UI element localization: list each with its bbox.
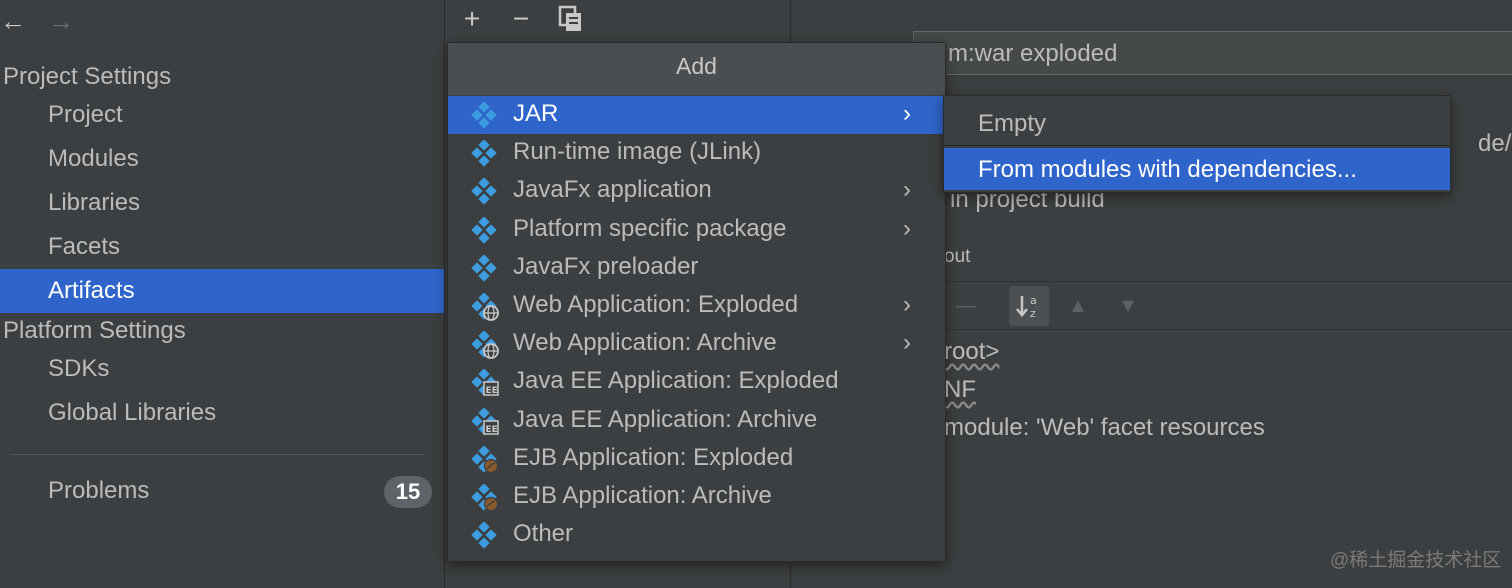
menu-item-label: Run-time image (JLink) — [513, 138, 762, 166]
forward-arrow-icon[interactable]: → — [48, 6, 74, 36]
menu-item-label: Java EE Application: Exploded — [513, 367, 839, 395]
jar-submenu: Empty From modules with dependencies... — [943, 95, 1451, 193]
svg-text:EE: EE — [486, 425, 498, 435]
menu-item-web-application-exploded[interactable]: Web Application: Exploded › — [448, 287, 945, 325]
menu-item-java-ee-application-exploded[interactable]: EE Java EE Application: Exploded — [448, 363, 945, 401]
tree-item-facet-resources[interactable]: module: 'Web' facet resources — [944, 414, 1265, 442]
diamond-icon — [470, 177, 500, 206]
settings-sidebar: ← → Project Settings Project Modules Lib… — [0, 0, 444, 588]
menu-item-label: Platform specific package — [513, 214, 787, 242]
menu-item-label: JAR — [513, 100, 559, 127]
diamond-globe-icon — [470, 292, 500, 321]
sidebar-item-label: Project — [48, 101, 123, 128]
menu-item-jar[interactable]: JAR › — [448, 96, 945, 134]
move-up-icon[interactable]: ▲ — [1058, 286, 1098, 326]
sidebar-item-label: Artifacts — [48, 277, 135, 304]
output-layout-tab[interactable]: out — [944, 246, 970, 268]
tree-item-web-inf[interactable]: NF — [944, 376, 976, 404]
diamond-ee-icon: EE — [470, 406, 500, 436]
svg-text:z: z — [1030, 307, 1036, 320]
submenu-item-label: From modules with dependencies... — [978, 156, 1357, 183]
sidebar-splitter[interactable] — [444, 0, 445, 588]
sort-alphabetically-icon[interactable]: a z — [1009, 286, 1049, 326]
popup-title: Add — [448, 43, 945, 95]
diamond-ee-icon: EE — [470, 368, 500, 397]
menu-item-label: JavaFx application — [513, 176, 712, 204]
menu-item-other[interactable]: Other — [448, 516, 945, 554]
menu-item-platform-specific-package[interactable]: Platform specific package › — [448, 211, 945, 249]
sidebar-item-artifacts[interactable]: Artifacts — [0, 269, 444, 313]
diamond-bean-icon — [470, 483, 500, 512]
sidebar-item-label: Facets — [48, 233, 121, 260]
sidebar-item-facets[interactable]: Facets — [0, 225, 444, 269]
menu-item-web-application-archive[interactable]: Web Application: Archive › — [448, 325, 945, 363]
remove-element-icon[interactable]: — — [946, 286, 986, 326]
chevron-right-icon: › — [903, 100, 911, 127]
diamond-icon — [470, 215, 500, 245]
watermark-text: @稀土掘金技术社区 — [1330, 550, 1502, 571]
sidebar-item-libraries[interactable]: Libraries — [0, 181, 444, 225]
submenu-item-label: Empty — [978, 110, 1047, 137]
chevron-right-icon: › — [903, 291, 911, 318]
menu-item-ejb-application-archive[interactable]: EJB Application: Archive — [448, 478, 945, 516]
sidebar-item-problems[interactable]: Problems — [0, 469, 444, 513]
diamond-icon — [470, 101, 500, 130]
add-artifact-popup: Add JAR › Run-time image (JLink) JavaFx app… — [447, 42, 946, 562]
chevron-right-icon: › — [903, 214, 911, 242]
sidebar-divider — [10, 454, 424, 455]
problems-count-badge: 15 — [384, 476, 432, 508]
menu-item-label: Web Application: Archive — [513, 329, 777, 357]
project-settings-heading: Project Settings — [3, 63, 172, 90]
sidebar-item-label: Libraries — [48, 189, 141, 216]
sidebar-item-project[interactable]: Project — [0, 93, 444, 137]
sidebar-item-label: Modules — [48, 145, 139, 172]
submenu-item-from-modules[interactable]: From modules with dependencies... — [944, 148, 1450, 190]
copy-icon[interactable] — [556, 4, 586, 34]
sidebar-item-label: Global Libraries — [48, 399, 217, 426]
sidebar-item-global-libraries[interactable]: Global Libraries — [0, 391, 444, 435]
platform-settings-heading: Platform Settings — [3, 317, 186, 344]
chevron-right-icon: › — [903, 176, 911, 204]
menu-item-run-time-image-jlink[interactable]: Run-time image (JLink) — [448, 134, 945, 172]
chevron-right-icon: › — [903, 329, 911, 357]
artifact-name-value: m:war exploded — [948, 40, 1118, 67]
diamond-icon — [470, 254, 500, 283]
diamond-bean-icon — [470, 445, 500, 474]
diamond-globe-icon — [470, 330, 500, 360]
move-down-icon[interactable]: ▼ — [1108, 286, 1148, 326]
diamond-icon — [470, 521, 500, 550]
output-directory-value[interactable]: de/M — [1478, 130, 1512, 158]
sidebar-item-label: Problems — [48, 477, 150, 504]
sidebar-item-label: SDKs — [48, 355, 110, 382]
menu-item-label: Web Application: Exploded — [513, 291, 799, 318]
plus-icon[interactable]: + — [457, 4, 487, 34]
submenu-separator — [944, 145, 1450, 146]
artifact-name-field[interactable]: m:war exploded — [913, 31, 1512, 75]
menu-item-label: Java EE Application: Archive — [513, 405, 818, 433]
menu-item-label: JavaFx preloader — [513, 252, 699, 280]
menu-item-javafx-application[interactable]: JavaFx application › — [448, 172, 945, 210]
menu-item-label: EJB Application: Archive — [513, 482, 772, 509]
menu-item-java-ee-application-archive[interactable]: EE Java EE Application: Archive — [448, 402, 945, 440]
menu-item-label: EJB Application: Exploded — [513, 443, 794, 471]
svg-text:EE: EE — [486, 386, 498, 396]
tree-item-root[interactable]: root> — [944, 338, 999, 366]
svg-text:a: a — [1030, 294, 1037, 307]
menu-item-label: Other — [513, 520, 574, 548]
minus-icon[interactable]: − — [506, 4, 536, 34]
sidebar-item-sdks[interactable]: SDKs — [0, 347, 444, 391]
menu-item-javafx-preloader[interactable]: JavaFx preloader — [448, 249, 945, 287]
diamond-icon — [470, 139, 500, 168]
back-arrow-icon[interactable]: ← — [0, 6, 26, 36]
sidebar-item-modules[interactable]: Modules — [0, 137, 444, 181]
menu-item-ejb-application-exploded[interactable]: EJB Application: Exploded — [448, 440, 945, 478]
submenu-item-empty[interactable]: Empty — [944, 102, 1450, 144]
